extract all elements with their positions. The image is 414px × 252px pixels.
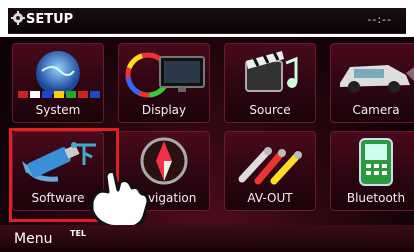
tile-av-out[interactable]: AV-OUT (224, 131, 316, 211)
pointing-hand-icon (90, 170, 150, 230)
bottom-bar: Menu TEL (0, 225, 414, 252)
film-music-icon (245, 51, 298, 92)
tile-label: Bluetooth (346, 191, 406, 205)
tile-label: Display (141, 103, 187, 117)
page-title: SETUP (26, 12, 74, 27)
tel-indicator: TEL (70, 229, 87, 238)
menu-button[interactable]: Menu (14, 231, 52, 247)
car-camera-icon (340, 65, 414, 93)
clock: --:-- (367, 13, 392, 26)
tile-display[interactable]: Display (118, 43, 210, 123)
title-bar-inner: SETUP --:-- (8, 8, 406, 34)
monitor-icon (125, 52, 205, 98)
phone-icon (359, 138, 393, 186)
tile-label: Source (249, 103, 291, 117)
tile-source[interactable]: Source (224, 43, 316, 123)
tile-system[interactable]: System (12, 43, 104, 123)
globe-icon (18, 51, 100, 98)
gear-icon (11, 11, 25, 25)
tile-label: System (35, 103, 81, 117)
rca-plug-icon (238, 147, 302, 185)
tile-label: AV-OUT (247, 191, 293, 205)
setup-screen: SETUP --:-- System Display Source Camera… (0, 0, 414, 252)
tile-camera[interactable]: Camera (330, 43, 414, 123)
tile-bluetooth[interactable]: Bluetooth (330, 131, 414, 211)
tile-label: Camera (352, 103, 400, 117)
title-bar: SETUP --:-- (0, 0, 414, 37)
